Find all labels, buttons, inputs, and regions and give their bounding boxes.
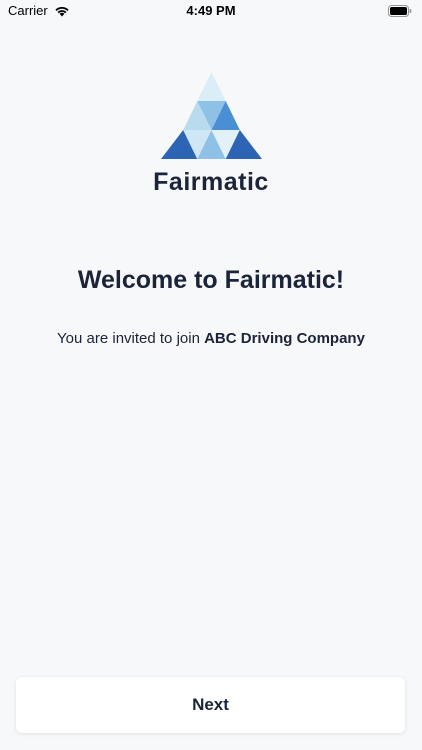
company-name: ABC Driving Company: [204, 330, 365, 347]
brand-name: Fairmatic: [153, 168, 269, 196]
status-bar: Carrier 4:49 PM: [0, 0, 422, 22]
battery-icon: [388, 5, 412, 17]
fairmatic-logo-icon: [161, 72, 262, 159]
invite-prefix: You are invited to join: [57, 330, 200, 347]
next-button[interactable]: Next: [16, 677, 405, 733]
welcome-title: Welcome to Fairmatic!: [77, 266, 345, 294]
status-time: 4:49 PM: [186, 3, 236, 18]
invite-message: You are invited to join ABC Driving Comp…: [0, 330, 422, 347]
